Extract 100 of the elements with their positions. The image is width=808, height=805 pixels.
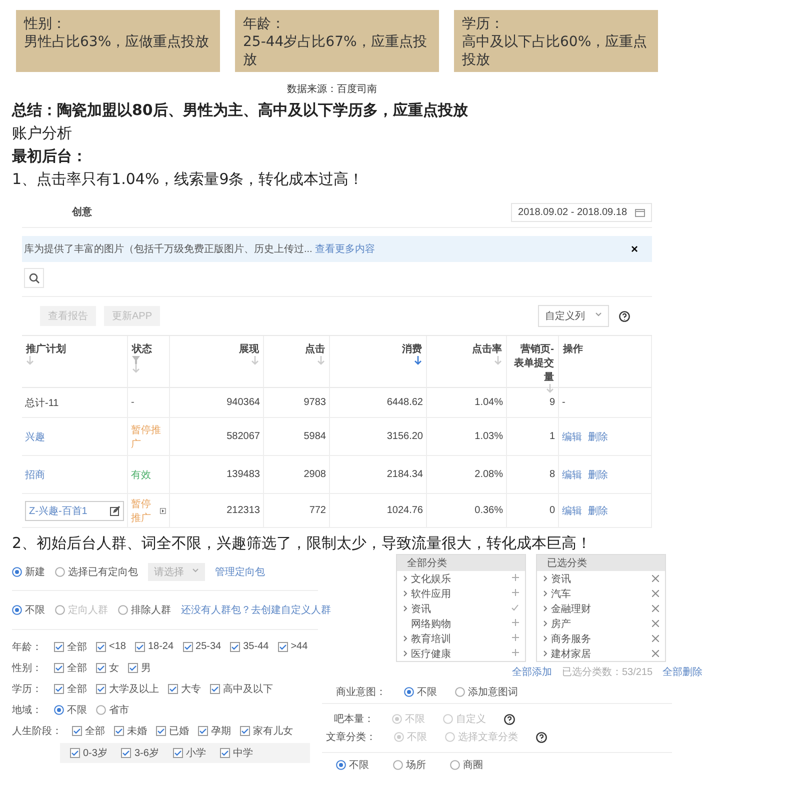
chevron-icon[interactable] bbox=[403, 605, 408, 612]
table-cell: 1 bbox=[549, 431, 555, 442]
plus-icon[interactable] bbox=[512, 589, 519, 596]
plan-link[interactable]: 招商 bbox=[25, 468, 45, 482]
radio-option[interactable]: 场所 bbox=[393, 758, 426, 772]
category-item[interactable]: 房产 bbox=[537, 616, 665, 631]
plan-name-field[interactable]: Z-兴趣-百首1 bbox=[25, 500, 124, 520]
header-label: 操作 bbox=[563, 342, 583, 356]
chevron-icon[interactable] bbox=[403, 590, 408, 597]
category-item[interactable]: 汽车 bbox=[537, 586, 665, 601]
header-label: 消费 bbox=[402, 342, 422, 356]
checkbox-option[interactable]: 孕期 bbox=[198, 724, 231, 738]
category-item[interactable]: 文化娱乐 bbox=[397, 571, 525, 586]
checkbox-option[interactable]: 大专 bbox=[168, 682, 201, 696]
checkbox-option[interactable]: 0-3岁 bbox=[70, 746, 108, 760]
search-button[interactable] bbox=[24, 268, 44, 288]
chevron-icon[interactable] bbox=[403, 575, 408, 582]
plus-icon[interactable] bbox=[512, 619, 519, 626]
edit-icon[interactable] bbox=[110, 506, 120, 516]
checkbox-option[interactable]: 小学 bbox=[172, 746, 206, 760]
table-cell: 9783 bbox=[304, 397, 326, 408]
tab-label[interactable]: 创意 bbox=[72, 205, 92, 219]
chevron-icon[interactable] bbox=[403, 650, 408, 657]
checkbox-option[interactable]: 女 bbox=[96, 660, 119, 674]
header-label: 状态 bbox=[132, 342, 152, 356]
remove-icon[interactable] bbox=[652, 635, 659, 642]
remove-icon[interactable] bbox=[652, 605, 659, 612]
checkbox-option[interactable]: 35-44 bbox=[230, 640, 269, 654]
chevron-icon[interactable] bbox=[543, 650, 548, 657]
checkbox-option[interactable]: 25-34 bbox=[182, 640, 222, 654]
sort-arrow-icon[interactable] bbox=[414, 356, 422, 365]
action-link[interactable]: 删除 bbox=[588, 468, 608, 482]
checkbox-option[interactable]: 全部 bbox=[54, 640, 87, 654]
remove-icon[interactable] bbox=[652, 575, 659, 582]
table-cell: 582067 bbox=[226, 431, 260, 442]
help-icon[interactable] bbox=[619, 310, 630, 322]
action-link[interactable]: 编辑 bbox=[562, 504, 582, 518]
checkbox-option[interactable]: 全部 bbox=[72, 724, 105, 738]
checkbox-option[interactable]: 高中及以下 bbox=[210, 682, 273, 696]
checkbox-option[interactable]: <18 bbox=[96, 640, 126, 654]
plus-icon[interactable] bbox=[512, 634, 519, 641]
plus-icon[interactable] bbox=[512, 574, 519, 581]
category-item[interactable]: 金融理财 bbox=[537, 601, 665, 616]
checkbox-option[interactable]: 已婚 bbox=[156, 724, 189, 738]
category-item[interactable]: 建材家居 bbox=[537, 646, 665, 661]
radio-option[interactable]: 排除人群 bbox=[118, 603, 171, 617]
remove-icon[interactable] bbox=[652, 650, 659, 657]
field-label: 年龄： bbox=[12, 640, 43, 654]
date-range-field[interactable]: 2018.09.02 - 2018.09.18 bbox=[511, 202, 652, 222]
chevron-icon[interactable] bbox=[543, 605, 548, 612]
category-label: 建材家居 bbox=[551, 648, 591, 660]
category-item[interactable]: 商务服务 bbox=[537, 631, 665, 646]
chevron-icon[interactable] bbox=[543, 575, 548, 582]
chevron-icon[interactable] bbox=[543, 620, 548, 627]
category-item[interactable]: 资讯 bbox=[537, 571, 665, 586]
chevron-icon[interactable] bbox=[543, 635, 548, 642]
chevron-icon[interactable] bbox=[543, 590, 548, 597]
remove-icon[interactable] bbox=[652, 590, 659, 597]
search-icon bbox=[28, 272, 40, 284]
category-item[interactable]: 网络购物 bbox=[397, 616, 525, 631]
action-link[interactable]: 删除 bbox=[588, 430, 608, 444]
checkbox-option[interactable]: 男 bbox=[128, 660, 151, 674]
radio-option[interactable]: 省市 bbox=[96, 702, 129, 716]
remove-icon[interactable] bbox=[652, 620, 659, 627]
category-item[interactable]: 教育培训 bbox=[397, 631, 525, 646]
header-label: 展现 bbox=[239, 342, 259, 356]
manage-link[interactable]: 管理定向包 bbox=[215, 565, 265, 579]
add-all-link[interactable]: 全部添加 bbox=[512, 665, 552, 679]
plus-icon[interactable] bbox=[512, 649, 519, 656]
chevron-icon[interactable] bbox=[403, 635, 408, 642]
checkbox-option[interactable]: 中学 bbox=[220, 746, 253, 760]
checkbox-option[interactable]: >44 bbox=[278, 640, 308, 654]
play-icon[interactable] bbox=[160, 506, 166, 516]
category-item[interactable]: 资讯 bbox=[397, 601, 525, 616]
remove-all-link[interactable]: 全部删除 bbox=[662, 665, 703, 679]
radio-option[interactable]: 不限 bbox=[336, 758, 369, 772]
radio-option[interactable]: 不限 bbox=[404, 685, 437, 699]
create-audience-link[interactable]: 还没有人群包？去创建自定义人群 bbox=[181, 603, 331, 617]
action-link[interactable]: 编辑 bbox=[562, 430, 582, 444]
checkbox-option[interactable]: 18-24 bbox=[134, 640, 174, 654]
checkbox-option[interactable]: 3-6岁 bbox=[121, 746, 159, 760]
checkbox-option[interactable]: 全部 bbox=[54, 660, 87, 674]
action-link[interactable]: 删除 bbox=[588, 504, 608, 518]
radio-option[interactable]: 不限 bbox=[12, 603, 45, 617]
checkbox-option[interactable]: 全部 bbox=[54, 682, 87, 696]
action-link[interactable]: 编辑 bbox=[562, 468, 582, 482]
category-item[interactable]: 软件应用 bbox=[397, 586, 525, 601]
radio-option[interactable]: 不限 bbox=[54, 702, 87, 716]
column-picker[interactable]: 自定义列 bbox=[538, 305, 609, 327]
radio-option[interactable]: 商圈 bbox=[450, 758, 483, 772]
close-button[interactable]: × bbox=[630, 242, 638, 256]
field-label: 吧本量： bbox=[333, 712, 374, 726]
checkbox-option[interactable]: 大学及以上 bbox=[96, 682, 159, 696]
radio-option[interactable]: 选择已有定向包 bbox=[55, 565, 138, 579]
checkbox-option[interactable]: 未婚 bbox=[114, 724, 147, 738]
category-item[interactable]: 医疗健康 bbox=[397, 646, 525, 661]
checkbox-option[interactable]: 家有儿女 bbox=[240, 724, 293, 738]
radio-option[interactable]: 新建 bbox=[12, 565, 45, 579]
plan-link[interactable]: 兴趣 bbox=[25, 430, 45, 444]
radio-option[interactable]: 添加意图词 bbox=[455, 685, 518, 699]
